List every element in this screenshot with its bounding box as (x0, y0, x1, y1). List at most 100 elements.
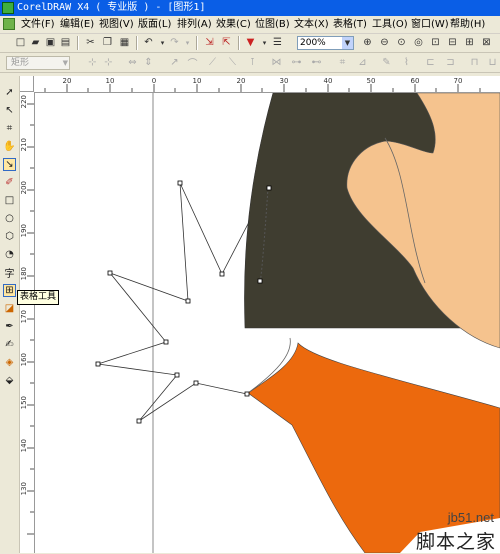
menu-file[interactable]: 文件(F) (21, 18, 55, 31)
separator (238, 36, 240, 50)
zoom-page-icon[interactable]: ⊡ (429, 36, 442, 49)
table-tool-icon[interactable]: ⊞ (3, 284, 16, 297)
star-burst-shape[interactable] (97, 182, 250, 422)
zoom-level-select[interactable]: 200% ▼ (297, 36, 354, 50)
vertical-ruler[interactable]: 220 210 200 190 180 170 160 150 140 130 (19, 92, 35, 553)
interactive-fill-tool-icon[interactable]: ⬙ (3, 374, 16, 387)
standard-toolbar: □ ▰ ▣ ▤ ✂ ❐ ▦ ↶ ▾ ↷ ▾ ⇲ ⇱ ▼ ▾ ☰ 200% ▼ ⊕… (0, 34, 500, 53)
menu-help[interactable]: 帮助(H) (450, 18, 485, 31)
chevron-down-icon[interactable]: ▼ (63, 57, 68, 69)
zoom-all-icon[interactable]: ◎ (412, 36, 425, 49)
open-icon[interactable]: ▰ (29, 36, 42, 49)
ruler-label: 50 (366, 77, 376, 85)
ruler-label: 20 (236, 77, 246, 85)
drawing-canvas[interactable] (35, 93, 500, 553)
zoom-selected-icon[interactable]: ⊙ (395, 36, 408, 49)
menu-table[interactable]: 表格(T) (333, 18, 367, 31)
ruler-origin[interactable] (19, 76, 34, 92)
window-title: CorelDRAW X4 ( 专业版 ) - [图形1] (17, 2, 206, 13)
chevron-down-icon[interactable]: ▼ (342, 37, 353, 49)
zoom-level-value: 200% (300, 38, 326, 48)
basic-shapes-tool-icon[interactable]: ◔ (3, 248, 16, 261)
menu-edit[interactable]: 编辑(E) (60, 18, 94, 31)
zoom-in-icon[interactable]: ⊕ (361, 36, 374, 49)
title-bar: CorelDRAW X4 ( 专业版 ) - [图形1] (0, 0, 500, 16)
property-icon[interactable]: ⊏ (424, 56, 437, 69)
paste-icon[interactable]: ▦ (118, 36, 131, 49)
property-icon[interactable]: ⊓ (468, 56, 481, 69)
property-icon[interactable]: ⊿ (356, 56, 369, 69)
menu-view[interactable]: 视图(V) (99, 18, 134, 31)
undo-icon[interactable]: ↶ (142, 36, 155, 49)
eyedropper-tool-icon[interactable]: ✒ (3, 320, 16, 333)
property-icon[interactable]: ⟍ (226, 56, 239, 69)
menu-window[interactable]: 窗口(W) (411, 18, 449, 31)
ruler-label: 20 (62, 77, 72, 85)
curve-tool-icon[interactable]: ↘ (3, 158, 16, 171)
property-icon[interactable]: ⊶ (290, 56, 303, 69)
cut-icon[interactable]: ✂ (84, 36, 97, 49)
property-icon[interactable]: ⌇ (400, 56, 413, 69)
shape-type-select[interactable]: 矩形 ▼ (6, 56, 70, 70)
zoom-tool-icon[interactable]: ✋ (3, 140, 16, 153)
property-icon[interactable]: ⌒ (186, 56, 199, 70)
ruler-label: 10 (105, 77, 115, 85)
ruler-label: 70 (453, 77, 463, 85)
print-icon[interactable]: ▤ (59, 36, 72, 49)
menu-effects[interactable]: 效果(C) (216, 18, 251, 31)
welcome-screen-icon[interactable]: ☰ (271, 36, 284, 49)
text-tool-icon[interactable]: 字 (3, 266, 16, 280)
property-icon[interactable]: ⇕ (142, 56, 155, 69)
ruler-label: 150 (20, 396, 28, 410)
property-icon[interactable]: ⊷ (310, 56, 323, 69)
menu-bar: 文件(F) 编辑(E) 视图(V) 版面(L) 排列(A) 效果(C) 位图(B… (0, 16, 500, 34)
outline-tool-icon[interactable]: ✍ (3, 338, 16, 351)
pan-icon[interactable]: ⊠ (480, 36, 493, 49)
zoom-out-icon[interactable]: ⊖ (378, 36, 391, 49)
menu-bitmaps[interactable]: 位图(B) (255, 18, 290, 31)
document-icon[interactable] (3, 18, 15, 30)
property-icon[interactable]: ⊹ (102, 56, 115, 69)
ellipse-tool-icon[interactable]: ○ (3, 212, 16, 225)
ruler-label: 10 (192, 77, 202, 85)
redo-icon[interactable]: ↷ (168, 36, 181, 49)
launcher-dropdown-icon[interactable]: ▾ (258, 36, 271, 49)
export-icon[interactable]: ⇱ (220, 36, 233, 49)
copy-icon[interactable]: ❐ (101, 36, 114, 49)
crop-tool-icon[interactable]: ⌗ (3, 122, 16, 135)
property-icon[interactable]: ⊐ (444, 56, 457, 69)
property-icon[interactable]: ⊔ (486, 56, 499, 69)
property-icon[interactable]: ⌗ (336, 56, 349, 69)
smart-fill-tool-icon[interactable]: ✐ (3, 176, 16, 189)
menu-tools[interactable]: 工具(O) (372, 18, 408, 31)
horizontal-ruler[interactable]: 20 10 0 10 20 30 40 50 60 70 (34, 76, 500, 93)
polygon-tool-icon[interactable]: ⬡ (3, 230, 16, 243)
menu-layout[interactable]: 版面(L) (138, 18, 171, 31)
zoom-height-icon[interactable]: ⊞ (463, 36, 476, 49)
new-icon[interactable]: □ (14, 36, 27, 49)
pick-tool-icon[interactable]: ➚ (3, 86, 16, 99)
zoom-width-icon[interactable]: ⊟ (446, 36, 459, 49)
property-icon[interactable]: ⋈ (270, 56, 283, 69)
rectangle-tool-icon[interactable]: □ (3, 194, 16, 207)
ruler-label: 190 (20, 224, 28, 238)
property-icon[interactable]: ⊹ (86, 56, 99, 69)
property-icon[interactable]: ✎ (380, 56, 393, 69)
import-icon[interactable]: ⇲ (203, 36, 216, 49)
property-icon[interactable]: ↗ (168, 56, 181, 69)
fill-tool-icon[interactable]: ◈ (3, 356, 16, 369)
save-icon[interactable]: ▣ (44, 36, 57, 49)
ruler-label: 180 (20, 267, 28, 281)
redo-dropdown-icon[interactable]: ▾ (181, 36, 194, 49)
interactive-blend-tool-icon[interactable]: ◪ (3, 302, 16, 315)
ruler-label: 0 (151, 77, 157, 85)
menu-text[interactable]: 文本(X) (294, 18, 329, 31)
menu-arrange[interactable]: 排列(A) (177, 18, 212, 31)
property-icon[interactable]: ⟋ (206, 56, 219, 69)
property-icon[interactable]: ⊺ (246, 56, 259, 69)
shape-tool-icon[interactable]: ↖ (3, 104, 16, 117)
drawing[interactable] (35, 93, 500, 553)
ruler-label: 170 (20, 310, 28, 324)
application-launcher-icon[interactable]: ▼ (244, 36, 257, 49)
property-icon[interactable]: ⇔ (126, 56, 139, 69)
